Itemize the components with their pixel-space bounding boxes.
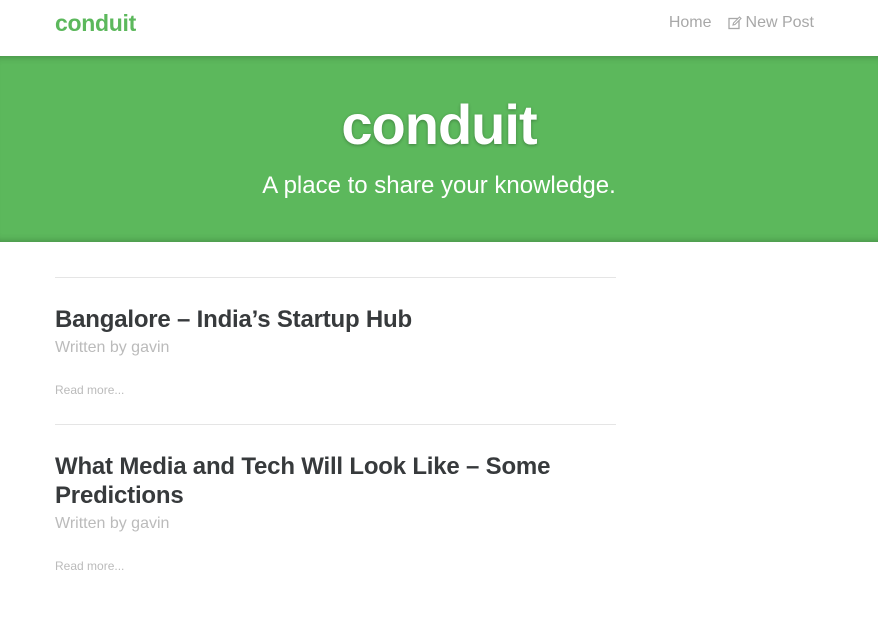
article-title-link[interactable]: What Media and Tech Will Look Like – Som… xyxy=(55,452,616,510)
read-more-link[interactable]: Read more... xyxy=(55,558,616,574)
read-more-link[interactable]: Read more... xyxy=(55,382,616,398)
article-feed: Bangalore – India’s Startup Hub Written … xyxy=(55,277,616,600)
article-preview: Bangalore – India’s Startup Hub Written … xyxy=(55,277,616,424)
edit-icon xyxy=(727,16,742,30)
nav-link-new-post-label: New Post xyxy=(745,14,814,31)
banner-subtitle: A place to share your knowledge. xyxy=(262,172,616,199)
banner-title: conduit xyxy=(341,93,537,156)
nav-link-home-label: Home xyxy=(668,14,712,31)
article-preview: What Media and Tech Will Look Like – Som… xyxy=(55,424,616,600)
navbar: conduit Home New Post xyxy=(0,0,878,56)
article-author-meta: Written by gavin xyxy=(55,515,170,532)
article-author-meta: Written by gavin xyxy=(55,339,170,356)
article-title-link[interactable]: Bangalore – India’s Startup Hub xyxy=(55,305,616,334)
nav-link-home[interactable]: Home xyxy=(669,14,712,32)
nav-link-new-post[interactable]: New Post xyxy=(727,14,814,32)
brand-logo-link[interactable]: conduit xyxy=(55,10,136,37)
nav-links: Home New Post xyxy=(669,14,814,32)
hero-banner: conduit A place to share your knowledge. xyxy=(0,56,878,242)
